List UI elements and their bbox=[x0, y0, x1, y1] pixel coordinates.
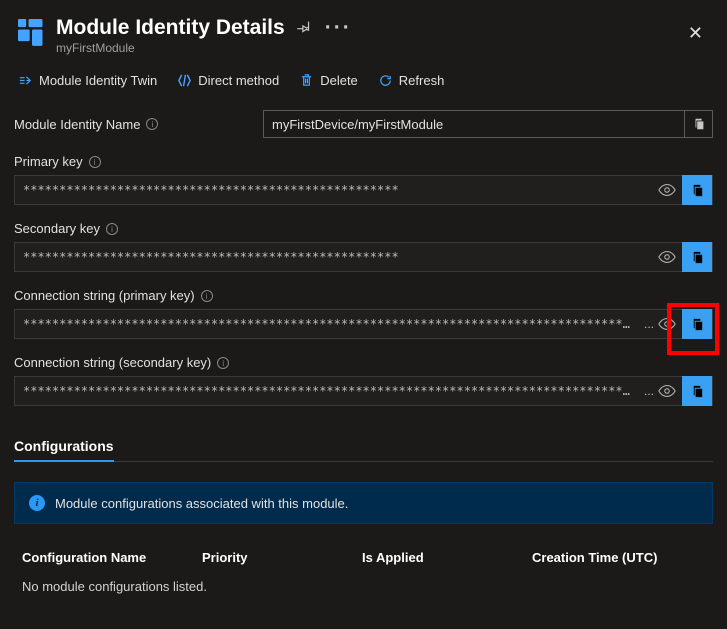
column-is-applied: Is Applied bbox=[362, 550, 532, 565]
direct-method-button[interactable]: Direct method bbox=[177, 73, 279, 88]
copy-connection-string-primary-button[interactable] bbox=[682, 309, 712, 339]
copy-primary-key-button[interactable] bbox=[682, 175, 712, 205]
page-subtitle: myFirstModule bbox=[56, 41, 672, 55]
show-primary-key-button[interactable] bbox=[658, 181, 676, 199]
copy-connection-string-secondary-button[interactable] bbox=[682, 376, 712, 406]
pin-icon[interactable] bbox=[297, 20, 313, 36]
connection-string-secondary-field: ****************************************… bbox=[14, 376, 713, 406]
info-icon[interactable]: i bbox=[201, 290, 213, 302]
module-icon bbox=[18, 19, 46, 47]
module-identity-twin-button[interactable]: Module Identity Twin bbox=[18, 73, 157, 88]
copy-icon bbox=[692, 117, 706, 131]
toolbar-direct-label: Direct method bbox=[198, 73, 279, 88]
delete-button[interactable]: Delete bbox=[299, 73, 358, 88]
configurations-table: Configuration Name Priority Is Applied C… bbox=[14, 546, 713, 604]
secondary-key-field: ****************************************… bbox=[14, 242, 713, 272]
copy-secondary-key-button[interactable] bbox=[682, 242, 712, 272]
info-icon[interactable]: i bbox=[89, 156, 101, 168]
copy-icon bbox=[690, 317, 705, 332]
toolbar: Module Identity Twin Direct method Delet… bbox=[14, 65, 713, 102]
info-banner-text: Module configurations associated with th… bbox=[55, 496, 348, 511]
primary-key-field: ****************************************… bbox=[14, 175, 713, 205]
configurations-section: Configurations i Module configurations a… bbox=[14, 438, 713, 604]
refresh-button[interactable]: Refresh bbox=[378, 73, 445, 88]
page-header: Module Identity Details ··· myFirstModul… bbox=[14, 10, 713, 65]
show-connection-string-secondary-button[interactable] bbox=[658, 382, 676, 400]
copy-name-button[interactable] bbox=[685, 110, 713, 138]
primary-key-label: Primary key bbox=[14, 154, 83, 169]
show-secondary-key-button[interactable] bbox=[658, 248, 676, 266]
module-identity-name-input[interactable] bbox=[263, 110, 685, 138]
toolbar-refresh-label: Refresh bbox=[399, 73, 445, 88]
truncation-ellipsis: ... bbox=[644, 317, 658, 331]
toolbar-delete-label: Delete bbox=[320, 73, 358, 88]
info-icon[interactable]: i bbox=[217, 357, 229, 369]
secondary-key-label: Secondary key bbox=[14, 221, 100, 236]
copy-icon bbox=[690, 250, 705, 265]
info-banner: i Module configurations associated with … bbox=[14, 482, 713, 524]
primary-key-value: ****************************************… bbox=[15, 183, 658, 197]
column-creation-time: Creation Time (UTC) bbox=[532, 550, 705, 565]
copy-icon bbox=[690, 183, 705, 198]
connection-string-secondary-label: Connection string (secondary key) bbox=[14, 355, 211, 370]
connection-string-secondary-value: ****************************************… bbox=[15, 384, 644, 398]
truncation-ellipsis: ... bbox=[644, 384, 658, 398]
show-connection-string-primary-button[interactable] bbox=[658, 315, 676, 333]
connection-string-primary-label: Connection string (primary key) bbox=[14, 288, 195, 303]
column-priority: Priority bbox=[202, 550, 362, 565]
close-button[interactable]: ✕ bbox=[682, 21, 709, 46]
connection-string-primary-field: ****************************************… bbox=[14, 309, 713, 339]
info-banner-icon: i bbox=[29, 495, 45, 511]
more-icon[interactable]: ··· bbox=[325, 16, 352, 40]
info-icon[interactable]: i bbox=[146, 118, 158, 130]
info-icon[interactable]: i bbox=[106, 223, 118, 235]
copy-icon bbox=[690, 384, 705, 399]
configurations-tab[interactable]: Configurations bbox=[14, 438, 114, 462]
toolbar-twin-label: Module Identity Twin bbox=[39, 73, 157, 88]
table-empty-row: No module configurations listed. bbox=[14, 569, 713, 604]
connection-string-primary-value: ****************************************… bbox=[15, 317, 644, 331]
column-configuration-name: Configuration Name bbox=[22, 550, 202, 565]
page-title: Module Identity Details bbox=[56, 16, 285, 40]
secondary-key-value: ****************************************… bbox=[15, 250, 658, 264]
module-identity-name-label: Module Identity Name bbox=[14, 117, 140, 132]
